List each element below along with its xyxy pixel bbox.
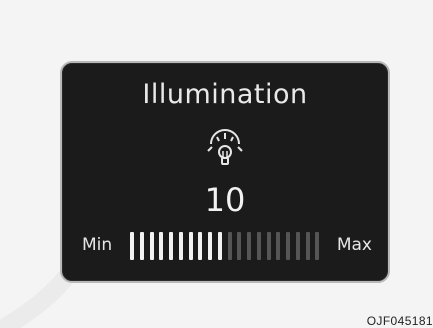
level-tick [266, 232, 271, 260]
image-code: OJF045181 [366, 314, 433, 328]
dashboard-light-icon [205, 129, 245, 169]
level-tick [315, 232, 320, 260]
level-tick [130, 232, 134, 260]
level-tick [305, 232, 310, 260]
min-label: Min [82, 235, 113, 255]
level-tick [217, 232, 222, 260]
illumination-slider[interactable]: Min Max [82, 231, 372, 261]
level-tick [286, 232, 290, 260]
panel-title: Illumination [142, 79, 308, 110]
level-tick [276, 232, 281, 260]
max-label: Max [336, 235, 372, 255]
level-tick [159, 232, 164, 260]
level-tick [139, 232, 144, 260]
illumination-display-panel: Illumination 10 Min Max [60, 61, 390, 283]
level-tick [188, 232, 193, 260]
level-tick [247, 232, 251, 260]
level-tick [295, 232, 300, 260]
level-bar[interactable] [130, 232, 325, 260]
level-tick [169, 232, 173, 260]
level-tick [256, 232, 261, 260]
level-tick [227, 232, 232, 260]
level-tick [237, 232, 242, 260]
level-tick [149, 232, 154, 260]
level-tick [198, 232, 203, 260]
illumination-level-value: 10 [204, 181, 246, 219]
level-tick [208, 232, 212, 260]
level-tick [178, 232, 183, 260]
